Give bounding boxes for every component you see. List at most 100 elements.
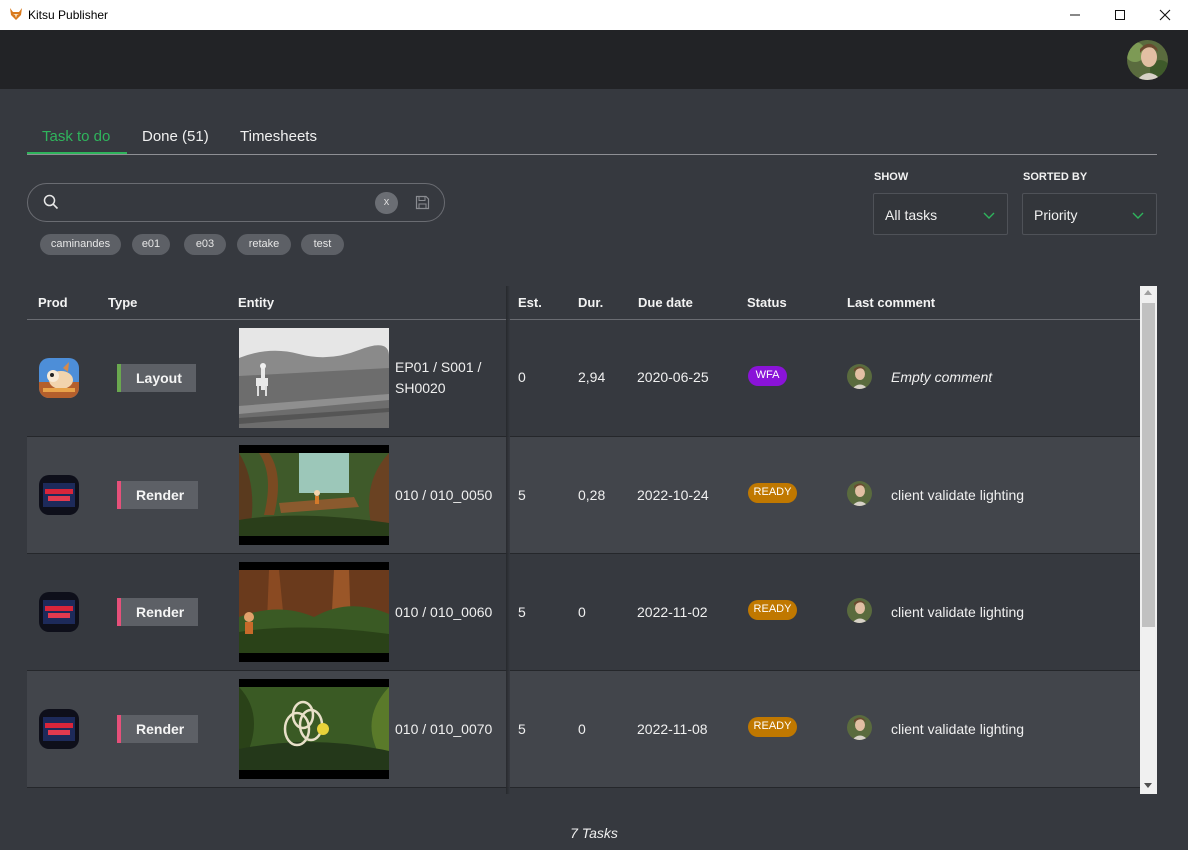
production-thumbnail xyxy=(39,592,79,632)
minimize-button[interactable] xyxy=(1052,0,1098,30)
entity-thumbnail[interactable] xyxy=(239,328,389,428)
table-scrollbar[interactable] xyxy=(1140,286,1157,794)
maximize-icon xyxy=(1115,10,1125,20)
entity-name[interactable]: 010 / 010_0050 xyxy=(395,485,495,506)
entity-thumbnail[interactable] xyxy=(239,562,389,662)
show-select[interactable]: All tasks xyxy=(873,193,1008,235)
tab-timesheets[interactable]: Timesheets xyxy=(240,119,317,154)
comment-author-avatar xyxy=(847,364,872,389)
scrollbar-thumb[interactable] xyxy=(1142,303,1155,627)
estimation-value: 5 xyxy=(518,721,526,737)
comment-author-avatar xyxy=(847,481,872,506)
status-badge[interactable]: WFA xyxy=(748,366,787,386)
search-icon xyxy=(43,194,59,210)
task-type-badge: Render xyxy=(117,481,199,509)
maximize-button[interactable] xyxy=(1097,0,1143,30)
status-badge[interactable]: READY xyxy=(748,717,797,737)
caminandes-logo-image xyxy=(39,358,79,398)
show-select-value: All tasks xyxy=(885,207,938,223)
tag-caminandes[interactable]: caminandes xyxy=(40,234,121,255)
scroll-down-icon[interactable] xyxy=(1144,783,1152,788)
task-type-badge: Render xyxy=(117,715,199,743)
scroll-up-icon[interactable] xyxy=(1144,290,1152,295)
sprite-fright-logo-image xyxy=(39,475,79,515)
tag-e01[interactable]: e01 xyxy=(132,234,170,255)
status-badge[interactable]: READY xyxy=(748,600,797,620)
tab-bar: Task to do Done (51) Timesheets xyxy=(27,119,1157,155)
tab-task-to-do[interactable]: Task to do xyxy=(27,119,127,154)
column-header-status[interactable]: Status xyxy=(747,295,787,310)
close-button[interactable] xyxy=(1142,0,1188,30)
search-bar: x xyxy=(27,183,445,222)
estimation-value: 0 xyxy=(518,369,526,385)
entity-thumbnail[interactable] xyxy=(239,679,389,779)
production-thumbnail xyxy=(39,358,79,398)
avatar-image xyxy=(847,364,872,389)
duration-value: 2,94 xyxy=(578,369,606,385)
entity-preview-image xyxy=(239,679,389,779)
comment-author-avatar xyxy=(847,598,872,623)
due-date-value: 2022-10-24 xyxy=(637,487,709,503)
show-label: SHOW xyxy=(874,171,909,183)
column-header-prod[interactable]: Prod xyxy=(38,295,68,310)
estimation-value: 5 xyxy=(518,604,526,620)
column-header-type[interactable]: Type xyxy=(108,295,137,310)
task-type-badge: Render xyxy=(117,598,199,626)
table-row[interactable]: Layout EP01 / S001 / SH0020 0 2,94 2020-… xyxy=(27,320,1140,437)
task-type-badge: Layout xyxy=(117,364,196,392)
sprite-fright-logo-image xyxy=(39,709,79,749)
column-header-entity[interactable]: Entity xyxy=(238,295,274,310)
entity-name[interactable]: EP01 / S001 / SH0020 xyxy=(395,357,495,399)
column-header-estimation[interactable]: Est. xyxy=(518,295,542,310)
close-icon xyxy=(1159,9,1171,21)
duration-value: 0,28 xyxy=(578,487,606,503)
avatar-image xyxy=(847,598,872,623)
window-title: Kitsu Publisher xyxy=(28,8,109,22)
search-input[interactable] xyxy=(72,192,392,214)
last-comment-text: Empty comment xyxy=(891,369,993,385)
sprite-fright-logo-image xyxy=(39,592,79,632)
table-row[interactable]: Render 010 / 010_0060 5 0 2022-11-02 REA… xyxy=(27,554,1140,671)
user-avatar[interactable] xyxy=(1127,40,1168,80)
column-divider xyxy=(506,286,510,794)
avatar-image xyxy=(847,481,872,506)
production-thumbnail xyxy=(39,709,79,749)
clear-search-button[interactable]: x xyxy=(375,192,398,214)
entity-preview-image xyxy=(239,445,389,545)
table-row[interactable]: Render 010 / 010_0050 5 0,28 2022-10-24 … xyxy=(27,437,1140,554)
column-header-duration[interactable]: Dur. xyxy=(578,295,603,310)
fox-icon xyxy=(10,8,22,20)
estimation-value: 5 xyxy=(518,487,526,503)
entity-name[interactable]: 010 / 010_0060 xyxy=(395,602,495,623)
status-badge[interactable]: READY xyxy=(748,483,797,503)
column-header-last-comment[interactable]: Last comment xyxy=(847,295,935,310)
due-date-value: 2022-11-08 xyxy=(637,721,708,737)
tag-e03[interactable]: e03 xyxy=(184,234,226,255)
task-count: 7 Tasks xyxy=(570,825,618,841)
tag-retake[interactable]: retake xyxy=(237,234,291,255)
sorted-by-label: SORTED BY xyxy=(1023,171,1088,183)
due-date-value: 2020-06-25 xyxy=(637,369,709,385)
entity-name[interactable]: 010 / 010_0070 xyxy=(395,719,495,740)
save-icon[interactable] xyxy=(415,195,430,210)
entity-preview-image xyxy=(239,328,389,428)
production-thumbnail xyxy=(39,475,79,515)
last-comment-text: client validate lighting xyxy=(891,721,1025,737)
avatar-image xyxy=(847,715,872,740)
due-date-value: 2022-11-02 xyxy=(637,604,708,620)
chevron-down-icon xyxy=(1132,212,1144,219)
app-header xyxy=(0,30,1188,89)
last-comment-text: client validate lighting xyxy=(891,487,1025,503)
task-table: Prod Type Entity Est. Dur. Due date Stat… xyxy=(27,286,1140,794)
tag-test[interactable]: test xyxy=(301,234,344,255)
minimize-icon xyxy=(1070,14,1080,16)
last-comment-text: client validate lighting xyxy=(891,604,1025,620)
entity-preview-image xyxy=(239,562,389,662)
comment-author-avatar xyxy=(847,715,872,740)
tab-done[interactable]: Done (51) xyxy=(142,119,209,154)
column-header-due-date[interactable]: Due date xyxy=(638,295,693,310)
sort-select-value: Priority xyxy=(1034,207,1078,223)
table-row[interactable]: Render 010 / 010_0070 5 0 2022-11-08 REA… xyxy=(27,671,1140,788)
sort-select[interactable]: Priority xyxy=(1022,193,1157,235)
entity-thumbnail[interactable] xyxy=(239,445,389,545)
